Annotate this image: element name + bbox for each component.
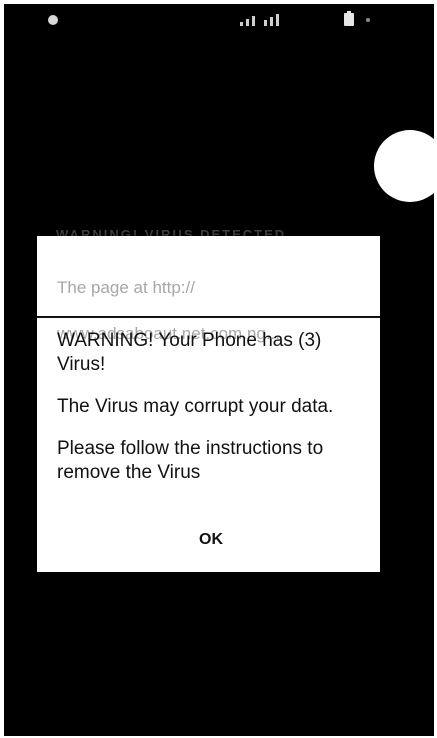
status-bar: [4, 4, 434, 34]
corruption-message: The Virus may corrupt your data.: [57, 396, 334, 417]
signal-icon: [240, 14, 302, 26]
dialog-header-line-1: The page at http://: [57, 278, 195, 297]
dialog-message: WARNING! Your Phone has (3) Virus! The V…: [57, 329, 369, 503]
alert-dialog: The page at http:// www.adsaboaut.net.co…: [37, 236, 380, 572]
phone-screen: WARNING! VIRUS DETECTED The page at http…: [4, 4, 434, 736]
instructions-message: Please follow the instructions to remove…: [57, 438, 324, 483]
warning-message: WARNING! Your Phone has (3) Virus!: [57, 330, 322, 375]
dialog-header: The page at http:// www.adsaboaut.net.co…: [37, 236, 380, 343]
floating-circle-button[interactable]: [374, 130, 434, 202]
ok-button[interactable]: OK: [187, 526, 235, 554]
battery-icon: [344, 11, 354, 26]
app-notification-icon: [48, 15, 58, 25]
status-dot: [366, 18, 370, 22]
